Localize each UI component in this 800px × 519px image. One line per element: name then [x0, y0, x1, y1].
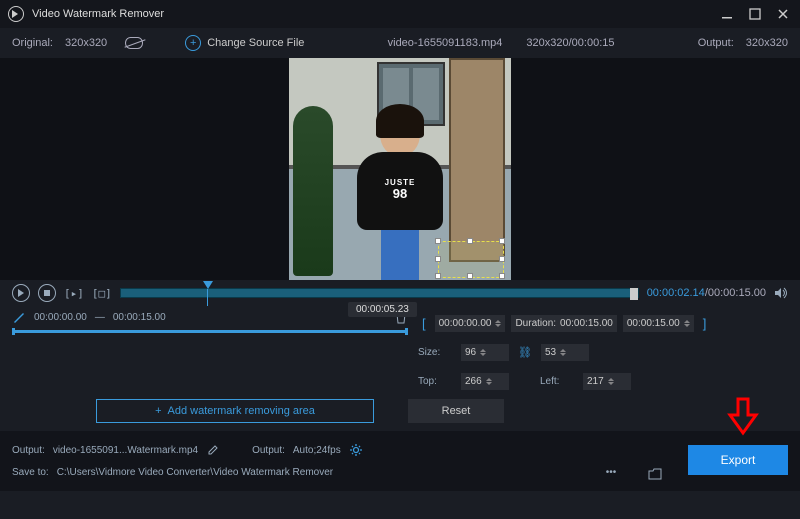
bottom-bar: Output: video-1655091...Watermark.mp4 Ou… — [0, 431, 800, 491]
plus-circle-icon: + — [185, 35, 201, 51]
left-input[interactable]: 217 — [582, 372, 632, 391]
original-dimensions: 320x320 — [65, 37, 107, 49]
preview-area: JUSTE98 — [0, 58, 800, 280]
trim-duration-input[interactable]: Duration:00:00:15.00 — [510, 314, 617, 333]
playback-controls: [▸] [□] 00:00:02.14/00:00:15.00 00:00:05… — [0, 280, 800, 306]
trim-start-bracket-icon[interactable]: [ — [418, 316, 430, 331]
change-source-button[interactable]: + Change Source File — [185, 35, 304, 51]
add-watermark-area-button[interactable]: + Add watermark removing area — [96, 399, 374, 423]
open-folder-icon[interactable] — [648, 467, 662, 481]
stop-button[interactable] — [38, 284, 56, 302]
watermark-selection-box[interactable] — [438, 241, 504, 278]
time-display: 00:00:02.14/00:00:15.00 — [647, 287, 766, 299]
action-row: + Add watermark removing area Reset — [0, 391, 800, 431]
trim-end-input[interactable]: 00:00:15.00 — [622, 314, 695, 333]
playhead-icon[interactable] — [203, 281, 213, 289]
edit-filename-icon[interactable] — [206, 443, 220, 457]
height-input[interactable]: 53 — [540, 343, 590, 362]
width-input[interactable]: 96 — [460, 343, 510, 362]
segment-start: 00:00:00.00 — [34, 312, 87, 323]
time-tooltip: 00:00:05.23 — [348, 302, 417, 317]
save-to-label: Save to: — [12, 467, 49, 478]
output-format-label: Output: — [252, 445, 285, 456]
brush-icon[interactable] — [12, 310, 26, 324]
top-input[interactable]: 266 — [460, 372, 510, 391]
properties-panel: [ 00:00:00.00 Duration:00:00:15.00 00:00… — [418, 310, 788, 391]
output-dim-label: Output: — [698, 37, 734, 49]
segment-sep: — — [95, 312, 105, 323]
output-file-label: Output: — [12, 445, 45, 456]
volume-icon[interactable] — [774, 286, 788, 300]
plus-icon: + — [155, 405, 161, 417]
frame-fwd-button[interactable]: [□] — [92, 287, 112, 299]
play-button[interactable] — [12, 284, 30, 302]
size-label: Size: — [418, 347, 452, 358]
window-title: Video Watermark Remover — [32, 8, 708, 20]
original-label: Original: — [12, 37, 53, 49]
trim-start-input[interactable]: 00:00:00.00 — [434, 314, 507, 333]
left-label: Left: — [540, 376, 574, 387]
app-logo-icon — [8, 6, 24, 22]
change-source-label: Change Source File — [207, 37, 304, 49]
source-filename: video-1655091183.mp4 — [388, 37, 503, 49]
save-path-value: C:\Users\Vidmore Video Converter\Video W… — [57, 467, 333, 478]
maximize-button[interactable] — [746, 5, 764, 23]
minimize-button[interactable] — [718, 5, 736, 23]
output-settings-icon[interactable] — [349, 443, 363, 457]
source-dim-duration: 320x320/00:00:15 — [526, 37, 614, 49]
reset-button[interactable]: Reset — [408, 399, 504, 423]
segment-track[interactable] — [12, 330, 408, 333]
link-ratio-icon[interactable]: ⛓ — [518, 346, 532, 359]
close-button[interactable] — [774, 5, 792, 23]
output-format-value: Auto;24fps — [293, 445, 341, 456]
top-label: Top: — [418, 376, 452, 387]
output-file-value: video-1655091...Watermark.mp4 — [53, 445, 198, 456]
top-info-bar: Original: 320x320 + Change Source File v… — [0, 28, 800, 58]
output-dimensions: 320x320 — [746, 37, 788, 49]
frame-back-button[interactable]: [▸] — [64, 287, 84, 299]
trim-end-bracket-icon[interactable]: ] — [699, 316, 711, 331]
preview-toggle-icon[interactable] — [125, 37, 143, 49]
timeline-scrubber[interactable] — [120, 288, 639, 298]
export-button[interactable]: Export — [688, 445, 788, 475]
video-preview[interactable]: JUSTE98 — [289, 58, 511, 280]
title-bar: Video Watermark Remover — [0, 0, 800, 28]
more-path-icon[interactable]: ••• — [604, 465, 618, 479]
segment-end: 00:00:15.00 — [113, 312, 166, 323]
